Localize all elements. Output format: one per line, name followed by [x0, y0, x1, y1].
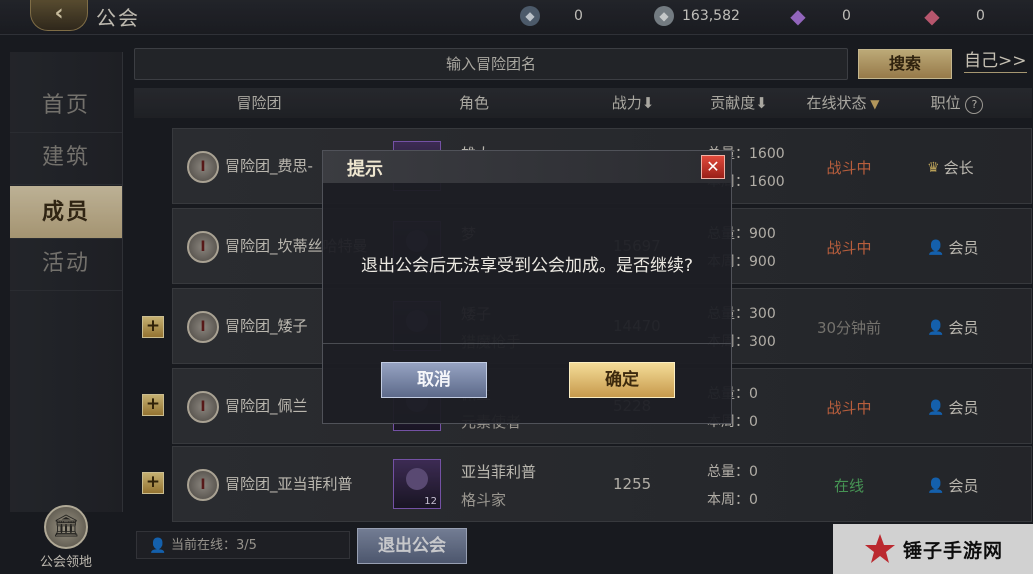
dialog-divider — [323, 343, 731, 344]
close-icon[interactable]: ✕ — [701, 155, 725, 179]
confirm-dialog: 提示 ✕ 退出公会后无法享受到公会加成。是否继续? 取消 确定 — [322, 150, 732, 424]
dialog-header: 提示 ✕ — [323, 151, 731, 183]
confirm-button[interactable]: 确定 — [569, 362, 675, 398]
dialog-title: 提示 — [347, 159, 383, 180]
dialog-message: 退出公会后无法享受到公会加成。是否继续? — [360, 256, 694, 276]
cancel-button[interactable]: 取消 — [381, 362, 487, 398]
